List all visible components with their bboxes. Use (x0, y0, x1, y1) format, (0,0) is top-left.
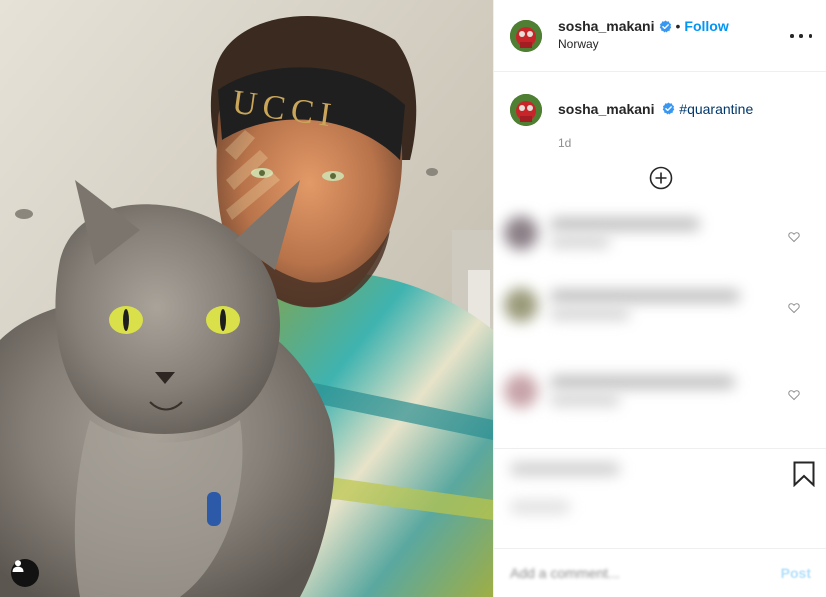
header-text: sosha_makani • Follow Norway (558, 18, 729, 53)
bookmark-icon[interactable] (792, 461, 816, 487)
comment-row[interactable] (494, 360, 826, 422)
post-actions (494, 448, 826, 548)
more-options-button[interactable] (790, 26, 812, 46)
comment-text (550, 290, 740, 302)
more-horizontal-icon (790, 34, 794, 38)
post-side-panel: sosha_makani • Follow Norway sosha_makan… (493, 0, 826, 597)
username-link[interactable]: sosha_makani (558, 18, 655, 35)
user-tag-icon (12, 560, 24, 572)
comment-meta (550, 308, 630, 320)
post-header: sosha_makani • Follow Norway (494, 0, 826, 72)
follow-button[interactable]: Follow (684, 18, 728, 35)
photo-image: UCCI (0, 0, 493, 597)
caption-body: sosha_makani #quarantine 1d (558, 94, 753, 152)
avatar-image (510, 19, 542, 52)
heart-icon[interactable] (788, 231, 800, 243)
comment-input[interactable] (510, 565, 781, 581)
verified-badge-icon (659, 20, 671, 33)
header-row: sosha_makani • Follow (558, 18, 729, 35)
more-horizontal-icon-dot (799, 34, 803, 38)
plus-circle-icon[interactable] (649, 166, 673, 190)
comment-avatar (504, 288, 538, 322)
avatar-image (510, 94, 542, 126)
comment-text (550, 218, 700, 230)
caption-username-link[interactable]: sosha_makani (558, 101, 655, 117)
likes-count (510, 463, 620, 475)
caption-timestamp: 1d (558, 136, 572, 150)
location-link[interactable]: Norway (558, 36, 729, 53)
heart-icon[interactable] (788, 389, 800, 401)
avatar[interactable] (510, 19, 542, 52)
comment-text (550, 376, 735, 388)
more-horizontal-icon-dot (808, 34, 812, 38)
add-comment-bar: Post (494, 548, 826, 597)
post-comment-button[interactable]: Post (781, 565, 811, 581)
comments-list (494, 202, 826, 448)
caption-avatar[interactable] (510, 94, 542, 126)
comment-avatar (504, 374, 538, 408)
comment-meta (550, 394, 620, 406)
comment-meta (550, 236, 610, 248)
comment-row[interactable] (494, 274, 826, 336)
comment-avatar (504, 216, 538, 250)
verified-badge-icon (663, 102, 675, 115)
post-photo[interactable]: UCCI (0, 0, 493, 597)
comment-row[interactable] (494, 202, 826, 264)
caption: sosha_makani #quarantine 1d (494, 72, 826, 152)
hashtag-link[interactable]: #quarantine (679, 101, 753, 117)
post-date (510, 501, 570, 513)
heart-icon[interactable] (788, 302, 800, 314)
separator-dot: • (675, 18, 681, 34)
tag-people-button[interactable] (11, 559, 39, 587)
